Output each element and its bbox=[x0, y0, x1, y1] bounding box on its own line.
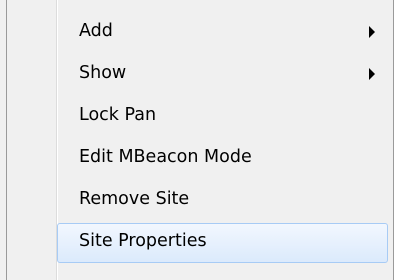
submenu-arrow-icon bbox=[369, 26, 375, 38]
menu-item-show[interactable]: Show bbox=[0, 54, 394, 96]
menu-item-label: Add bbox=[79, 21, 113, 41]
menu-item-label: Lock Pan bbox=[79, 105, 157, 125]
menu-item-add[interactable]: Add bbox=[0, 12, 394, 54]
menu-item-site-properties[interactable]: Site Properties bbox=[0, 222, 394, 264]
context-menu: Add Show Lock Pan Edit MBeacon Mode Remo… bbox=[0, 0, 394, 280]
menu-item-lock-pan[interactable]: Lock Pan bbox=[0, 96, 394, 138]
menu-item-remove-site[interactable]: Remove Site bbox=[0, 180, 394, 222]
submenu-arrow-icon bbox=[369, 68, 375, 80]
menu-item-label: Remove Site bbox=[79, 189, 190, 209]
menu-item-label: Site Properties bbox=[79, 231, 207, 251]
menu-item-edit-mbeacon-mode[interactable]: Edit MBeacon Mode bbox=[0, 138, 394, 180]
menu-item-label: Edit MBeacon Mode bbox=[79, 147, 252, 167]
menu-item-label: Show bbox=[79, 63, 127, 83]
menu-items: Add Show Lock Pan Edit MBeacon Mode Remo… bbox=[0, 12, 394, 264]
